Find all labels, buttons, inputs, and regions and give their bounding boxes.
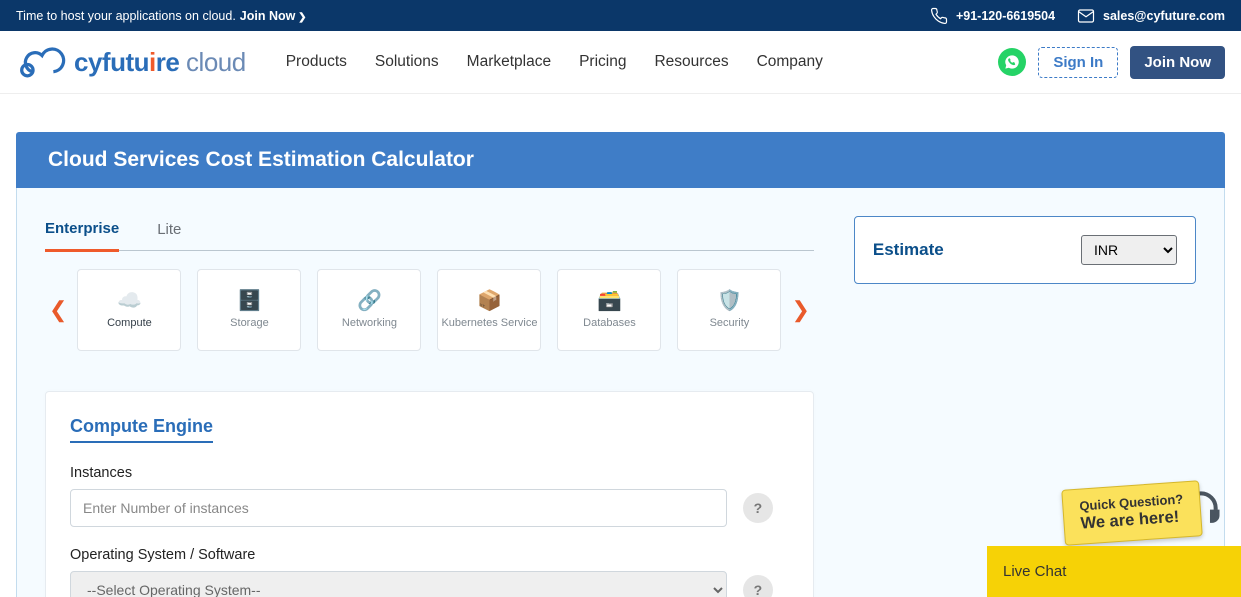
category-kubernetes[interactable]: 📦 Kubernetes Service: [437, 269, 541, 351]
os-label: Operating System / Software: [70, 547, 773, 563]
category-label: Kubernetes Service: [441, 317, 537, 330]
tab-lite[interactable]: Lite: [157, 216, 181, 250]
chat-bubble[interactable]: Quick Question? We are here!: [1061, 480, 1203, 545]
brand-text-re: re: [156, 47, 180, 77]
email-contact[interactable]: sales@cyfuture.com: [1077, 7, 1225, 25]
os-help[interactable]: ?: [743, 575, 773, 597]
category-label: Databases: [583, 317, 636, 330]
category-databases[interactable]: 🗃️ Databases: [557, 269, 661, 351]
signin-button[interactable]: Sign In: [1038, 47, 1118, 78]
plan-tabs: Enterprise Lite: [45, 216, 814, 251]
phone-icon: [930, 7, 948, 25]
category-storage[interactable]: 🗄️ Storage: [197, 269, 301, 351]
cloud-logo-icon: [16, 44, 68, 80]
panel-title: Compute Engine: [70, 416, 213, 443]
category-security[interactable]: 🛡️ Security: [677, 269, 781, 351]
email-address: sales@cyfuture.com: [1103, 9, 1225, 23]
chevron-right-icon: ❯: [295, 12, 306, 23]
nav-resources[interactable]: Resources: [654, 53, 728, 71]
category-label: Storage: [230, 317, 269, 330]
estimate-title: Estimate: [873, 240, 944, 260]
promo-text: Time to host your applications on cloud.: [16, 9, 236, 23]
instances-label: Instances: [70, 465, 773, 481]
phone-contact[interactable]: +91-120-6619504: [930, 7, 1055, 25]
security-icon: 🛡️: [715, 289, 743, 311]
currency-select[interactable]: INR: [1081, 235, 1177, 265]
live-chat-label: Live Chat: [1003, 563, 1066, 580]
whatsapp-button[interactable]: [998, 48, 1026, 76]
category-compute[interactable]: ☁️ Compute: [77, 269, 181, 351]
instances-input[interactable]: [70, 489, 727, 527]
whatsapp-icon: [1004, 54, 1020, 70]
storage-icon: 🗄️: [235, 289, 263, 311]
brand-text-i: i: [149, 47, 156, 77]
compute-engine-panel: Compute Engine Instances ? Operating Sys…: [45, 391, 814, 597]
category-label: Networking: [342, 317, 397, 330]
estimate-card: Estimate INR: [854, 216, 1196, 284]
mail-icon: [1077, 7, 1095, 25]
category-label: Compute: [107, 317, 152, 330]
os-select[interactable]: --Select Operating System--: [70, 571, 727, 597]
brand-text-cloud: cloud: [179, 47, 245, 77]
nav-solutions[interactable]: Solutions: [375, 53, 439, 71]
category-networking[interactable]: 🔗 Networking: [317, 269, 421, 351]
brand-logo[interactable]: cyfutuire cloud: [16, 44, 246, 80]
databases-icon: 🗃️: [595, 289, 623, 311]
nav-pricing[interactable]: Pricing: [579, 53, 626, 71]
tab-enterprise[interactable]: Enterprise: [45, 216, 119, 252]
carousel-prev[interactable]: ❮: [45, 293, 71, 327]
compute-icon: ☁️: [115, 289, 143, 311]
kubernetes-icon: 📦: [475, 289, 503, 311]
category-label: Security: [710, 317, 750, 330]
promo-join-label: Join Now: [240, 9, 296, 23]
page-title-banner: Cloud Services Cost Estimation Calculato…: [16, 132, 1225, 188]
carousel-next[interactable]: ❯: [787, 293, 813, 327]
brand-text-u: u: [134, 47, 149, 77]
join-now-button[interactable]: Join Now: [1130, 46, 1225, 79]
promo-join-link[interactable]: Join Now ❯: [240, 9, 307, 23]
phone-number: +91-120-6619504: [956, 9, 1055, 23]
nav-marketplace[interactable]: Marketplace: [467, 53, 551, 71]
instances-help[interactable]: ?: [743, 493, 773, 523]
nav-company[interactable]: Company: [757, 53, 823, 71]
networking-icon: 🔗: [355, 289, 383, 311]
live-chat-bar[interactable]: Live Chat: [987, 546, 1241, 597]
nav-products[interactable]: Products: [286, 53, 347, 71]
brand-text-1: cyfut: [74, 47, 134, 77]
